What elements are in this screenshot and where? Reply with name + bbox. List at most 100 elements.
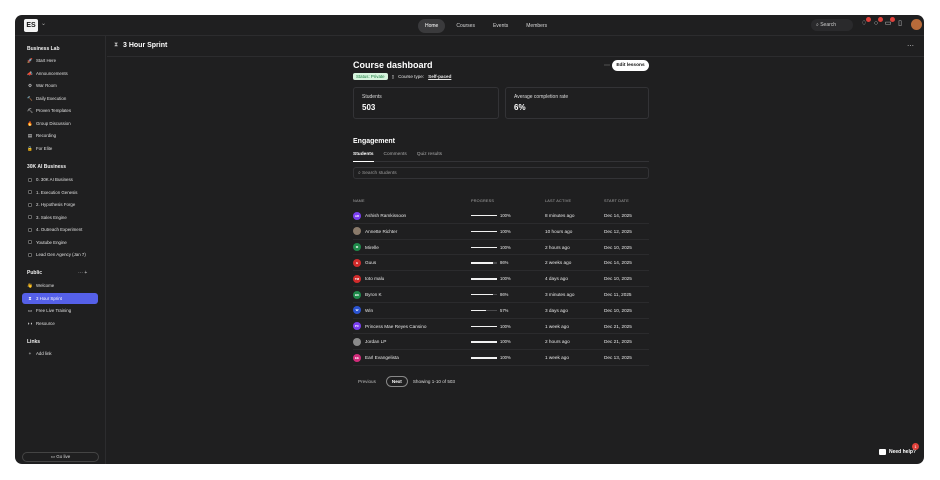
progress-percent: 100% <box>500 244 511 250</box>
sidebar-item-execution-genesis[interactable]: 1. Execution Genesis <box>22 187 98 198</box>
pick-icon: ⛏ <box>27 108 33 113</box>
user-avatar[interactable] <box>911 19 922 30</box>
need-help-button[interactable]: Need help? <box>879 449 916 455</box>
sidebar-item-proven-templates[interactable]: ⛏ Proven Templates <box>22 105 98 116</box>
table-row[interactable]: AR Ashish Ramkissoon 100% 8 minutes ago Dec … <box>353 208 649 224</box>
more-icon[interactable]: ⋯ <box>78 270 83 276</box>
nav-home[interactable]: Home <box>418 19 446 33</box>
sidebar-item-war-room[interactable]: ⚙ War Room <box>22 80 98 91</box>
sidebar-item-announcements[interactable]: 📣 Announcements <box>22 68 98 79</box>
notification-dot <box>866 17 871 22</box>
wave-icon: 👋 <box>27 283 33 288</box>
plus-icon: + <box>28 351 32 356</box>
sidebar-item-label: 3 Hour Sprint <box>36 295 62 301</box>
sidebar-item-label: Add link <box>36 351 52 356</box>
table-row[interactable]: G Guus 86% 2 weeks ago Dec 14, 2025 <box>353 255 649 272</box>
chat-icon[interactable]: ○ <box>872 17 883 29</box>
table-row[interactable]: W Win 57% 3 days ago Dec 10, 2025 <box>353 303 649 319</box>
sidebar-item-group-discussion[interactable]: 🔥 Group Discussion <box>22 118 98 129</box>
nav-events[interactable]: Events <box>486 19 515 33</box>
course-type-value[interactable]: Self-paced <box>428 74 451 79</box>
sidebar-item-sales-engine[interactable]: 3. Sales Engine <box>22 212 98 223</box>
square-icon <box>28 252 32 257</box>
table-row[interactable]: M Mirelle 100% 2 hours ago Dec 10, 2025 <box>353 240 649 256</box>
search-button[interactable]: ⌕ Search <box>811 19 853 31</box>
go-live-button[interactable]: ▭ Go live <box>22 452 99 462</box>
search-placeholder: Search students <box>362 171 397 176</box>
progress-percent: 57% <box>500 307 509 313</box>
sidebar-item-outreach-experiment[interactable]: 4. Outreach Experiment <box>22 224 98 235</box>
progress-percent: 100% <box>500 213 511 218</box>
last-active: 2 hours ago <box>545 244 570 250</box>
sidebar-item-welcome[interactable]: 👋 Welcome <box>22 280 98 291</box>
hourglass-icon: ⧗ <box>28 295 32 301</box>
more-options-icon[interactable]: ⋯ <box>907 42 914 50</box>
sidebar-item-3-hour-sprint[interactable]: ⧗ 3 Hour Sprint <box>22 292 98 304</box>
table-row[interactable]: PC Princess Mae Reyes Cansino 100% 1 week a… <box>353 319 649 335</box>
top-nav: Home Courses Events Members <box>418 19 554 33</box>
sidebar-item-youtube-engine[interactable]: Youtube Engine <box>22 237 98 248</box>
column-name: NAME <box>353 199 365 203</box>
next-button[interactable]: Next <box>385 376 408 387</box>
avatar: AR <box>353 211 361 220</box>
progress-bar <box>471 325 497 327</box>
top-bar: ES ⌄ Home Courses Events Members ⌕ Searc… <box>15 15 924 36</box>
student-name[interactable]: Ashish Ramkissoon <box>365 213 406 218</box>
tab-comments[interactable]: Comments <box>384 152 407 162</box>
table-row[interactable]: TM toto malu 100% 4 days ago Dec 10, 2025 <box>353 271 649 287</box>
message-icon[interactable]: ▭ <box>884 17 895 29</box>
nav-courses[interactable]: Courses <box>449 19 482 33</box>
table-row[interactable]: BK Byron K 86% 3 minutes ago Dec 11, 2025 <box>353 287 649 303</box>
nav-members[interactable]: Members <box>519 19 554 33</box>
student-name[interactable]: Byron K <box>365 292 382 297</box>
section-public: Public <box>27 270 43 276</box>
completion-stat-card: Average completion rate 6% <box>505 87 649 119</box>
table-row[interactable]: EE Earl Evangelista 100% 1 week ago Dec 13, … <box>353 350 649 366</box>
search-students-input[interactable]: ⌕ Search students <box>353 167 649 179</box>
student-name[interactable]: Guus <box>365 260 376 265</box>
edit-lessons-button[interactable]: Edit lessons <box>612 60 649 71</box>
sidebar-item-hypothesis-forge[interactable]: 2. Hypothesis Forge <box>22 199 98 210</box>
megaphone-icon: 📣 <box>27 70 33 76</box>
sidebar-item-daily-execution[interactable]: 🔨 Daily Execution <box>22 93 98 104</box>
table-row[interactable]: Annette Richter 100% 10 hours ago Dec 12, 2… <box>353 224 649 240</box>
chevron-down-icon[interactable]: ⌄ <box>41 20 46 27</box>
students-label: Students <box>362 94 382 100</box>
recording-icon: ▤ <box>27 133 33 138</box>
previous-button[interactable]: Previous <box>353 377 381 386</box>
progress-fill <box>471 215 497 217</box>
sidebar-item-add-link[interactable]: + Add link <box>22 348 98 359</box>
engagement-tabs: Students Comments Quiz results <box>353 152 649 162</box>
tab-quiz-results[interactable]: Quiz results <box>417 152 442 162</box>
student-name[interactable]: Win <box>365 308 373 313</box>
bookmark-icon[interactable]: ▯ <box>896 19 904 29</box>
bell-icon[interactable]: ♢ <box>860 17 871 29</box>
community-logo[interactable]: ES <box>24 19 38 32</box>
start-date: Dec 13, 2025 <box>604 355 632 361</box>
tab-students[interactable]: Students <box>353 152 374 162</box>
student-name[interactable]: Annette Richter <box>365 229 397 234</box>
sidebar-item-start-here[interactable]: 🚀 Start Here <box>22 55 98 66</box>
progress-percent: 100% <box>500 323 511 329</box>
more-options-icon[interactable]: ⋯ <box>604 62 610 69</box>
screen-icon: ▭ <box>27 308 33 313</box>
sidebar: Business Lab 🚀 Start Here 📣 Announcements … <box>15 36 106 464</box>
sidebar-item-lead-gen-agency[interactable]: Lead Gen Agency (Jan 7) <box>22 249 98 260</box>
pagination: Previous Next Showing 1-10 of 503 <box>353 376 455 387</box>
progress-percent: 86% <box>500 292 509 297</box>
plus-icon[interactable]: + <box>84 270 87 276</box>
sidebar-item-30k-ai-business[interactable]: 0. 30K AI Business <box>22 174 98 185</box>
student-name[interactable]: Earl Evangelista <box>365 355 399 360</box>
sidebar-item-for-elite[interactable]: 🔒 For Elite <box>22 143 98 154</box>
rocket-icon: 🚀 <box>27 58 33 63</box>
sidebar-item-resource[interactable]: ◗◗ Resource <box>22 318 98 329</box>
search-label: Search <box>820 22 837 28</box>
last-active: 3 days ago <box>545 307 568 313</box>
sidebar-item-recording[interactable]: ▤ Recording <box>22 130 98 141</box>
table-row[interactable]: Jordan LP 100% 2 hours ago Dec 21, 2025 <box>353 334 649 351</box>
student-name[interactable]: toto malu <box>365 276 384 281</box>
sidebar-item-free-live-training[interactable]: ▭ Free Live Training <box>22 305 98 316</box>
student-name[interactable]: Mirelle <box>365 245 379 250</box>
student-name[interactable]: Jordan LP <box>365 339 386 344</box>
student-name[interactable]: Princess Mae Reyes Cansino <box>365 324 427 329</box>
